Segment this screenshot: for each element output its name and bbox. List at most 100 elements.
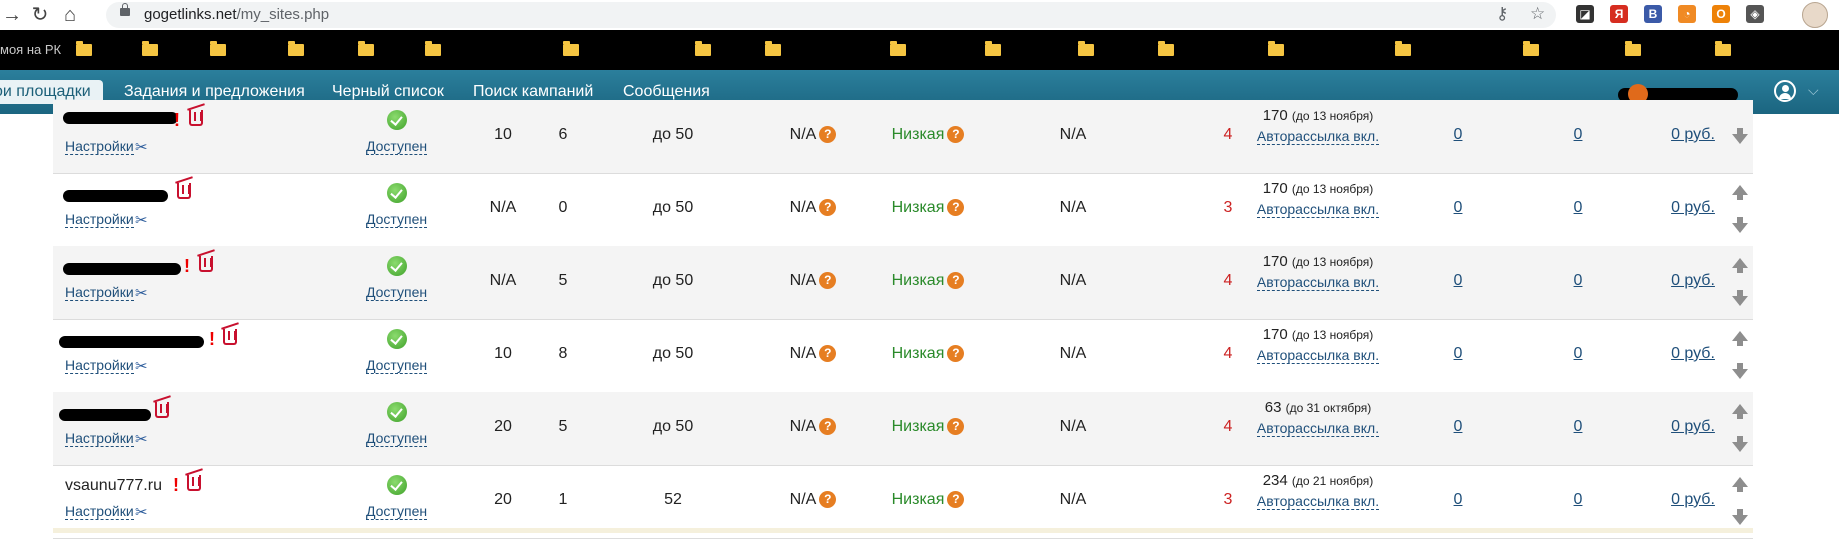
trash-icon[interactable] (177, 183, 191, 199)
help-icon[interactable]: ? (947, 199, 965, 216)
autosend-link[interactable]: Авторассылка вкл. (1243, 128, 1393, 145)
status-link[interactable]: Доступен (366, 139, 428, 155)
arrow-down-icon[interactable] (1732, 509, 1748, 525)
count-link[interactable]: 0 (1438, 199, 1478, 217)
autosend-link[interactable]: Авторассылка вкл. (1243, 420, 1393, 437)
cell-na: N/A? (763, 418, 863, 436)
settings-link[interactable]: Настройки (65, 212, 134, 228)
money-link[interactable]: 0 руб. (1653, 418, 1733, 436)
autosend-link[interactable]: Авторассылка вкл. (1243, 493, 1393, 510)
count-link[interactable]: 0 (1438, 345, 1478, 363)
table-row: ! Настройки ✂ Доступен 10 8 до 50 N/A? Н… (53, 319, 1753, 393)
settings-link[interactable]: Настройки (65, 431, 134, 447)
home-icon[interactable]: ⌂ (58, 3, 82, 27)
trash-icon[interactable] (187, 475, 201, 491)
check-circle-icon (387, 256, 407, 276)
arrow-up-icon[interactable] (1732, 258, 1748, 273)
status-link[interactable]: Доступен (366, 431, 428, 447)
count-link[interactable]: 0 (1558, 345, 1598, 363)
status-link[interactable]: Доступен (366, 212, 428, 228)
rss-icon[interactable]: ◔ (1678, 5, 1696, 23)
arrow-up-icon[interactable] (1732, 331, 1748, 346)
count-link[interactable]: 0 (1438, 126, 1478, 144)
autosend-link[interactable]: Авторассылка вкл. (1243, 201, 1393, 218)
cell-value: 20 (494, 491, 512, 508)
money-link[interactable]: 0 руб. (1653, 272, 1733, 290)
tools-icon[interactable]: ✂ (135, 284, 148, 302)
settings-link[interactable]: Настройки (65, 285, 134, 301)
warning-icon: ! (173, 475, 179, 495)
reload-icon[interactable]: ↻ (28, 3, 52, 27)
count-link[interactable]: 0 (1558, 491, 1598, 509)
trash-icon[interactable] (189, 110, 203, 126)
arrow-down-icon[interactable] (1732, 290, 1748, 306)
extension-icon[interactable]: ◪ (1576, 5, 1594, 23)
count-link[interactable]: 0 (1438, 418, 1478, 436)
count-link[interactable]: 0 (1558, 199, 1598, 217)
tools-icon[interactable]: ✂ (135, 503, 148, 521)
autosend-link[interactable]: Авторассылка вкл. (1243, 347, 1393, 364)
settings-link[interactable]: Настройки (65, 139, 134, 155)
cell-value: 0 (558, 199, 568, 216)
user-icon[interactable] (1774, 80, 1796, 102)
profile-avatar[interactable] (1802, 2, 1828, 28)
trash-icon[interactable] (223, 329, 237, 345)
arrow-up-icon[interactable] (1732, 404, 1748, 419)
bookmark-item[interactable]: моя на РК (0, 42, 61, 57)
trash-icon[interactable] (155, 402, 169, 418)
help-icon[interactable]: ? (819, 199, 837, 216)
arrow-down-icon[interactable] (1732, 363, 1748, 379)
money-link[interactable]: 0 руб. (1653, 491, 1733, 509)
cell-value: 5 (558, 418, 568, 435)
cell-level: Низкая? (853, 126, 1003, 144)
tools-icon[interactable]: ✂ (135, 138, 148, 156)
money-link[interactable]: 0 руб. (1653, 199, 1733, 217)
count-link[interactable]: 0 (1438, 272, 1478, 290)
help-icon[interactable]: ? (819, 272, 837, 289)
settings-link[interactable]: Настройки (65, 504, 134, 520)
back-arrow-icon[interactable]: → (0, 3, 24, 27)
count-link[interactable]: 0 (1558, 418, 1598, 436)
status-link[interactable]: Доступен (366, 358, 428, 374)
arrow-down-icon[interactable] (1732, 217, 1748, 233)
shield-icon[interactable]: ◈ (1746, 5, 1764, 23)
help-icon[interactable]: ? (819, 418, 837, 435)
help-icon[interactable]: ? (819, 126, 837, 143)
arrow-up-icon[interactable] (1732, 185, 1748, 200)
help-icon[interactable]: ? (819, 345, 837, 362)
count-link[interactable]: 0 (1558, 272, 1598, 290)
extension-icon[interactable]: О (1712, 5, 1730, 23)
key-icon[interactable]: ⚷ (1496, 4, 1508, 24)
status-link[interactable]: Доступен (366, 504, 428, 520)
settings-link[interactable]: Настройки (65, 358, 134, 374)
extension-icon[interactable]: В (1644, 5, 1662, 23)
count-link[interactable]: 0 (1558, 126, 1598, 144)
tools-icon[interactable]: ✂ (135, 211, 148, 229)
cell-limit: до 50 (652, 199, 694, 216)
help-icon[interactable]: ? (947, 272, 965, 289)
folder-icon (1268, 41, 1284, 56)
help-icon[interactable]: ? (947, 345, 965, 362)
arrow-up-icon[interactable] (1732, 477, 1748, 492)
chevron-down-icon[interactable]: ⌵ (1808, 82, 1819, 99)
address-bar[interactable]: gogetlinks.net/my_sites.php ⚷ ☆ (106, 2, 1556, 28)
money-link[interactable]: 0 руб. (1653, 345, 1733, 363)
money-link[interactable]: 0 руб. (1653, 126, 1733, 144)
help-icon[interactable]: ? (819, 491, 837, 508)
tools-icon[interactable]: ✂ (135, 357, 148, 375)
help-icon[interactable]: ? (947, 126, 965, 143)
site-name[interactable]: vsaunu777.ru (65, 477, 162, 495)
help-icon[interactable]: ? (947, 491, 965, 508)
star-icon[interactable]: ☆ (1530, 4, 1545, 24)
tools-icon[interactable]: ✂ (135, 430, 148, 448)
arrow-down-icon[interactable] (1732, 128, 1748, 144)
arrow-down-icon[interactable] (1732, 436, 1748, 452)
autosend-link[interactable]: Авторассылка вкл. (1243, 274, 1393, 291)
folder-icon (1158, 41, 1174, 56)
status-link[interactable]: Доступен (366, 285, 428, 301)
extension-icon[interactable]: Я (1610, 5, 1628, 23)
trash-icon[interactable] (199, 256, 213, 272)
cell-na: N/A (1059, 418, 1087, 435)
help-icon[interactable]: ? (947, 418, 965, 435)
count-link[interactable]: 0 (1438, 491, 1478, 509)
